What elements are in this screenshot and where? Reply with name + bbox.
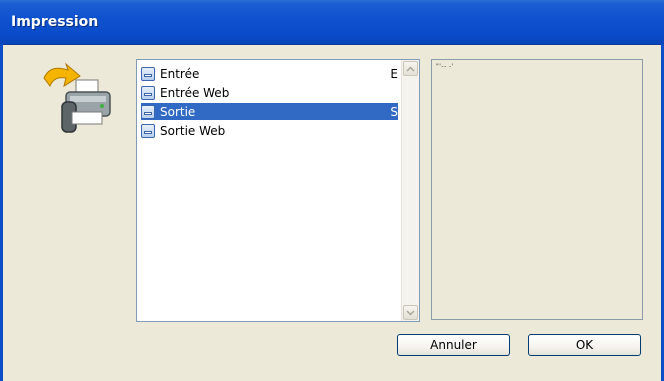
window-title: Impression xyxy=(11,14,99,30)
preview-panel: "'-- -' xyxy=(431,59,643,320)
list-item[interactable]: Entrée E xyxy=(141,65,398,82)
preview-text: "'-- -' xyxy=(436,63,454,70)
output-listbox[interactable]: Entrée E Entrée Web Sortie S Sortie Web xyxy=(136,59,420,322)
chevron-down-icon xyxy=(406,309,415,316)
document-icon xyxy=(141,85,155,100)
scroll-down-button[interactable] xyxy=(403,305,418,320)
list-item[interactable]: Sortie Web xyxy=(141,122,398,139)
document-icon xyxy=(141,104,155,119)
window-border-left xyxy=(0,44,3,381)
print-dialog: Impression Entrée E Entrée Web Sortie S xyxy=(0,0,664,381)
document-icon xyxy=(141,123,155,138)
chevron-up-icon xyxy=(406,65,415,72)
cancel-button[interactable]: Annuler xyxy=(397,334,510,356)
document-icon xyxy=(141,66,155,81)
scroll-up-button[interactable] xyxy=(403,61,418,76)
vertical-scrollbar[interactable] xyxy=(401,60,419,321)
ok-button[interactable]: OK xyxy=(528,334,641,356)
list-item[interactable]: Entrée Web xyxy=(141,84,398,101)
printer-icon xyxy=(43,62,111,133)
list-item-selected[interactable]: Sortie S xyxy=(141,103,398,120)
title-bar[interactable]: Impression xyxy=(0,0,664,45)
